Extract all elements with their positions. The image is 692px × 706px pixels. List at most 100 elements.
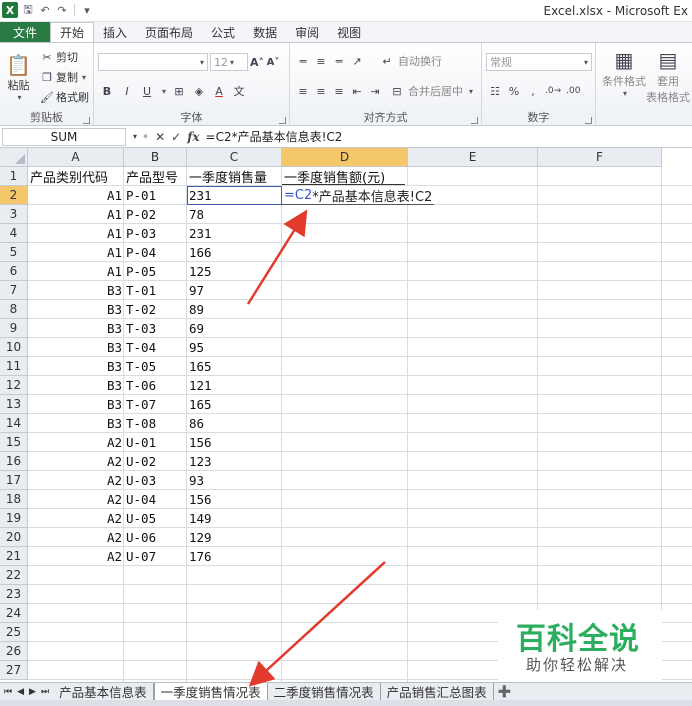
align-bottom-icon[interactable]: ═ <box>332 53 346 69</box>
row-header[interactable]: 17 <box>0 471 28 490</box>
percent-icon[interactable]: % <box>507 83 521 99</box>
cell-category-code[interactable]: A2 <box>28 547 124 565</box>
cell-product-model[interactable]: U-07 <box>124 547 187 565</box>
row-header[interactable]: 27 <box>0 661 28 680</box>
row-header[interactable]: 13 <box>0 395 28 414</box>
paste-button[interactable]: 📋 粘贴 ▾ <box>6 53 31 102</box>
row-header[interactable]: 10 <box>0 338 28 357</box>
cell-category-code[interactable]: B3 <box>28 338 124 356</box>
row-header[interactable]: 25 <box>0 623 28 642</box>
row-header[interactable]: 18 <box>0 490 28 509</box>
cell-product-model[interactable]: P-02 <box>124 205 187 223</box>
font-color-icon[interactable]: A <box>212 83 226 99</box>
copy-dropdown-icon[interactable]: ▾ <box>82 73 86 82</box>
merge-center-icon[interactable]: ⊟ <box>390 83 404 99</box>
sheet-tab-summary-chart[interactable]: 产品销售汇总图表 <box>381 682 494 701</box>
cell-category-code[interactable]: A1 <box>28 205 124 223</box>
cell-category-code[interactable]: B3 <box>28 281 124 299</box>
cell-product-model[interactable]: P-01 <box>124 186 187 204</box>
row-header[interactable]: 20 <box>0 528 28 547</box>
decrease-decimal-icon[interactable]: .00 <box>566 83 580 99</box>
cell-product-model[interactable]: T-06 <box>124 376 187 394</box>
row-header[interactable]: 23 <box>0 585 28 604</box>
cell-product-model[interactable]: U-03 <box>124 471 187 489</box>
tab-data[interactable]: 数据 <box>244 22 286 42</box>
cell-q1-quantity[interactable]: 123 <box>187 452 282 470</box>
cell-product-model[interactable]: T-01 <box>124 281 187 299</box>
align-middle-icon[interactable]: ≡ <box>314 53 328 69</box>
align-right-icon[interactable]: ≡ <box>332 83 346 99</box>
row-header[interactable]: 14 <box>0 414 28 433</box>
cell-category-code[interactable]: A2 <box>28 528 124 546</box>
cell-q1-quantity[interactable]: 156 <box>187 490 282 508</box>
row-header[interactable]: 21 <box>0 547 28 566</box>
row-header[interactable]: 8 <box>0 300 28 319</box>
cell-category-code[interactable]: A2 <box>28 490 124 508</box>
cell-category-code[interactable]: A2 <box>28 433 124 451</box>
save-icon[interactable]: 🖫 <box>21 3 35 17</box>
tab-home[interactable]: 开始 <box>50 22 95 42</box>
wrap-text-icon[interactable]: ↵ <box>380 53 394 69</box>
cell-category-code[interactable]: A1 <box>28 262 124 280</box>
underline-icon[interactable]: U <box>140 83 154 99</box>
number-launcher-icon[interactable] <box>585 117 592 124</box>
column-header-e[interactable]: E <box>408 148 538 167</box>
cell-q1-quantity[interactable]: 166 <box>187 243 282 261</box>
phonetic-icon[interactable]: 文 <box>232 83 246 99</box>
row-header[interactable]: 26 <box>0 642 28 661</box>
cell-q1-quantity[interactable]: 93 <box>187 471 282 489</box>
tab-view[interactable]: 视图 <box>328 22 370 42</box>
select-all-corner[interactable] <box>0 148 28 167</box>
cell-q1-quantity[interactable]: 156 <box>187 433 282 451</box>
cell-q1-quantity[interactable]: 97 <box>187 281 282 299</box>
row-header[interactable]: 3 <box>0 205 28 224</box>
sheet-tab-product-info[interactable]: 产品基本信息表 <box>53 682 154 701</box>
header-cell-b[interactable]: 产品型号 <box>124 167 187 186</box>
underline-dropdown-icon[interactable]: ▾ <box>162 87 166 96</box>
cell-q1-quantity[interactable]: 89 <box>187 300 282 318</box>
cell-product-model[interactable]: U-01 <box>124 433 187 451</box>
tab-review[interactable]: 审阅 <box>286 22 328 42</box>
cell-category-code[interactable]: A2 <box>28 452 124 470</box>
insert-function-icon[interactable]: fx <box>187 130 199 144</box>
cell-category-code[interactable]: A1 <box>28 243 124 261</box>
cell-q1-quantity[interactable]: 125 <box>187 262 282 280</box>
worksheet-grid[interactable]: A B C D E F 1 2 3 4 5 6 7 8 9 10 11 12 13 14 15 16 17 18 19 20 21 2… <box>0 148 692 682</box>
copy-button[interactable]: ❐ 复制 ▾ <box>40 69 86 85</box>
name-box-dropdown-icon[interactable]: ▾ <box>133 132 137 141</box>
cell-product-model[interactable]: U-02 <box>124 452 187 470</box>
sheet-tab-q1-sales[interactable]: 一季度销售情况表 <box>153 682 268 701</box>
column-header-d[interactable]: D <box>282 148 408 167</box>
row-header[interactable]: 7 <box>0 281 28 300</box>
alignment-launcher-icon[interactable] <box>471 117 478 124</box>
cancel-formula-icon[interactable]: ✕ <box>155 130 165 144</box>
font-launcher-icon[interactable] <box>279 117 286 124</box>
paste-dropdown-icon[interactable]: ▾ <box>17 93 21 102</box>
cell-category-code[interactable]: A2 <box>28 509 124 527</box>
prev-sheet-icon[interactable]: ◀ <box>17 687 24 697</box>
cell-category-code[interactable]: B3 <box>28 414 124 432</box>
cell-product-model[interactable]: T-04 <box>124 338 187 356</box>
cell-q1-quantity[interactable]: 86 <box>187 414 282 432</box>
editing-cell-d2[interactable]: =C2 *产品基本信息表!C2 <box>282 186 435 205</box>
increase-indent-icon[interactable]: ⇥ <box>368 83 382 99</box>
tab-insert[interactable]: 插入 <box>94 22 136 42</box>
customize-qat-icon[interactable]: ▾ <box>80 3 94 17</box>
formula-input[interactable]: =C2*产品基本信息表!C2 <box>206 128 692 146</box>
cell-product-model[interactable]: P-03 <box>124 224 187 242</box>
merge-center-button[interactable]: 合并后居中 <box>408 83 463 99</box>
cell-product-model[interactable]: U-05 <box>124 509 187 527</box>
column-header-c[interactable]: C <box>187 148 282 167</box>
row-header[interactable]: 15 <box>0 433 28 452</box>
cell-category-code[interactable]: B3 <box>28 395 124 413</box>
conditional-format-button[interactable]: ▦ 条件格式 ▾ <box>602 47 646 98</box>
insert-sheet-icon[interactable]: ➕ <box>494 684 516 700</box>
cell-product-model[interactable]: P-04 <box>124 243 187 261</box>
row-header[interactable]: 24 <box>0 604 28 623</box>
cell-product-model[interactable]: U-04 <box>124 490 187 508</box>
cell-category-code[interactable]: B3 <box>28 357 124 375</box>
cell-product-model[interactable]: T-08 <box>124 414 187 432</box>
row-header[interactable]: 22 <box>0 566 28 585</box>
header-cell-a[interactable]: 产品类别代码 <box>28 167 124 186</box>
row-header[interactable]: 19 <box>0 509 28 528</box>
